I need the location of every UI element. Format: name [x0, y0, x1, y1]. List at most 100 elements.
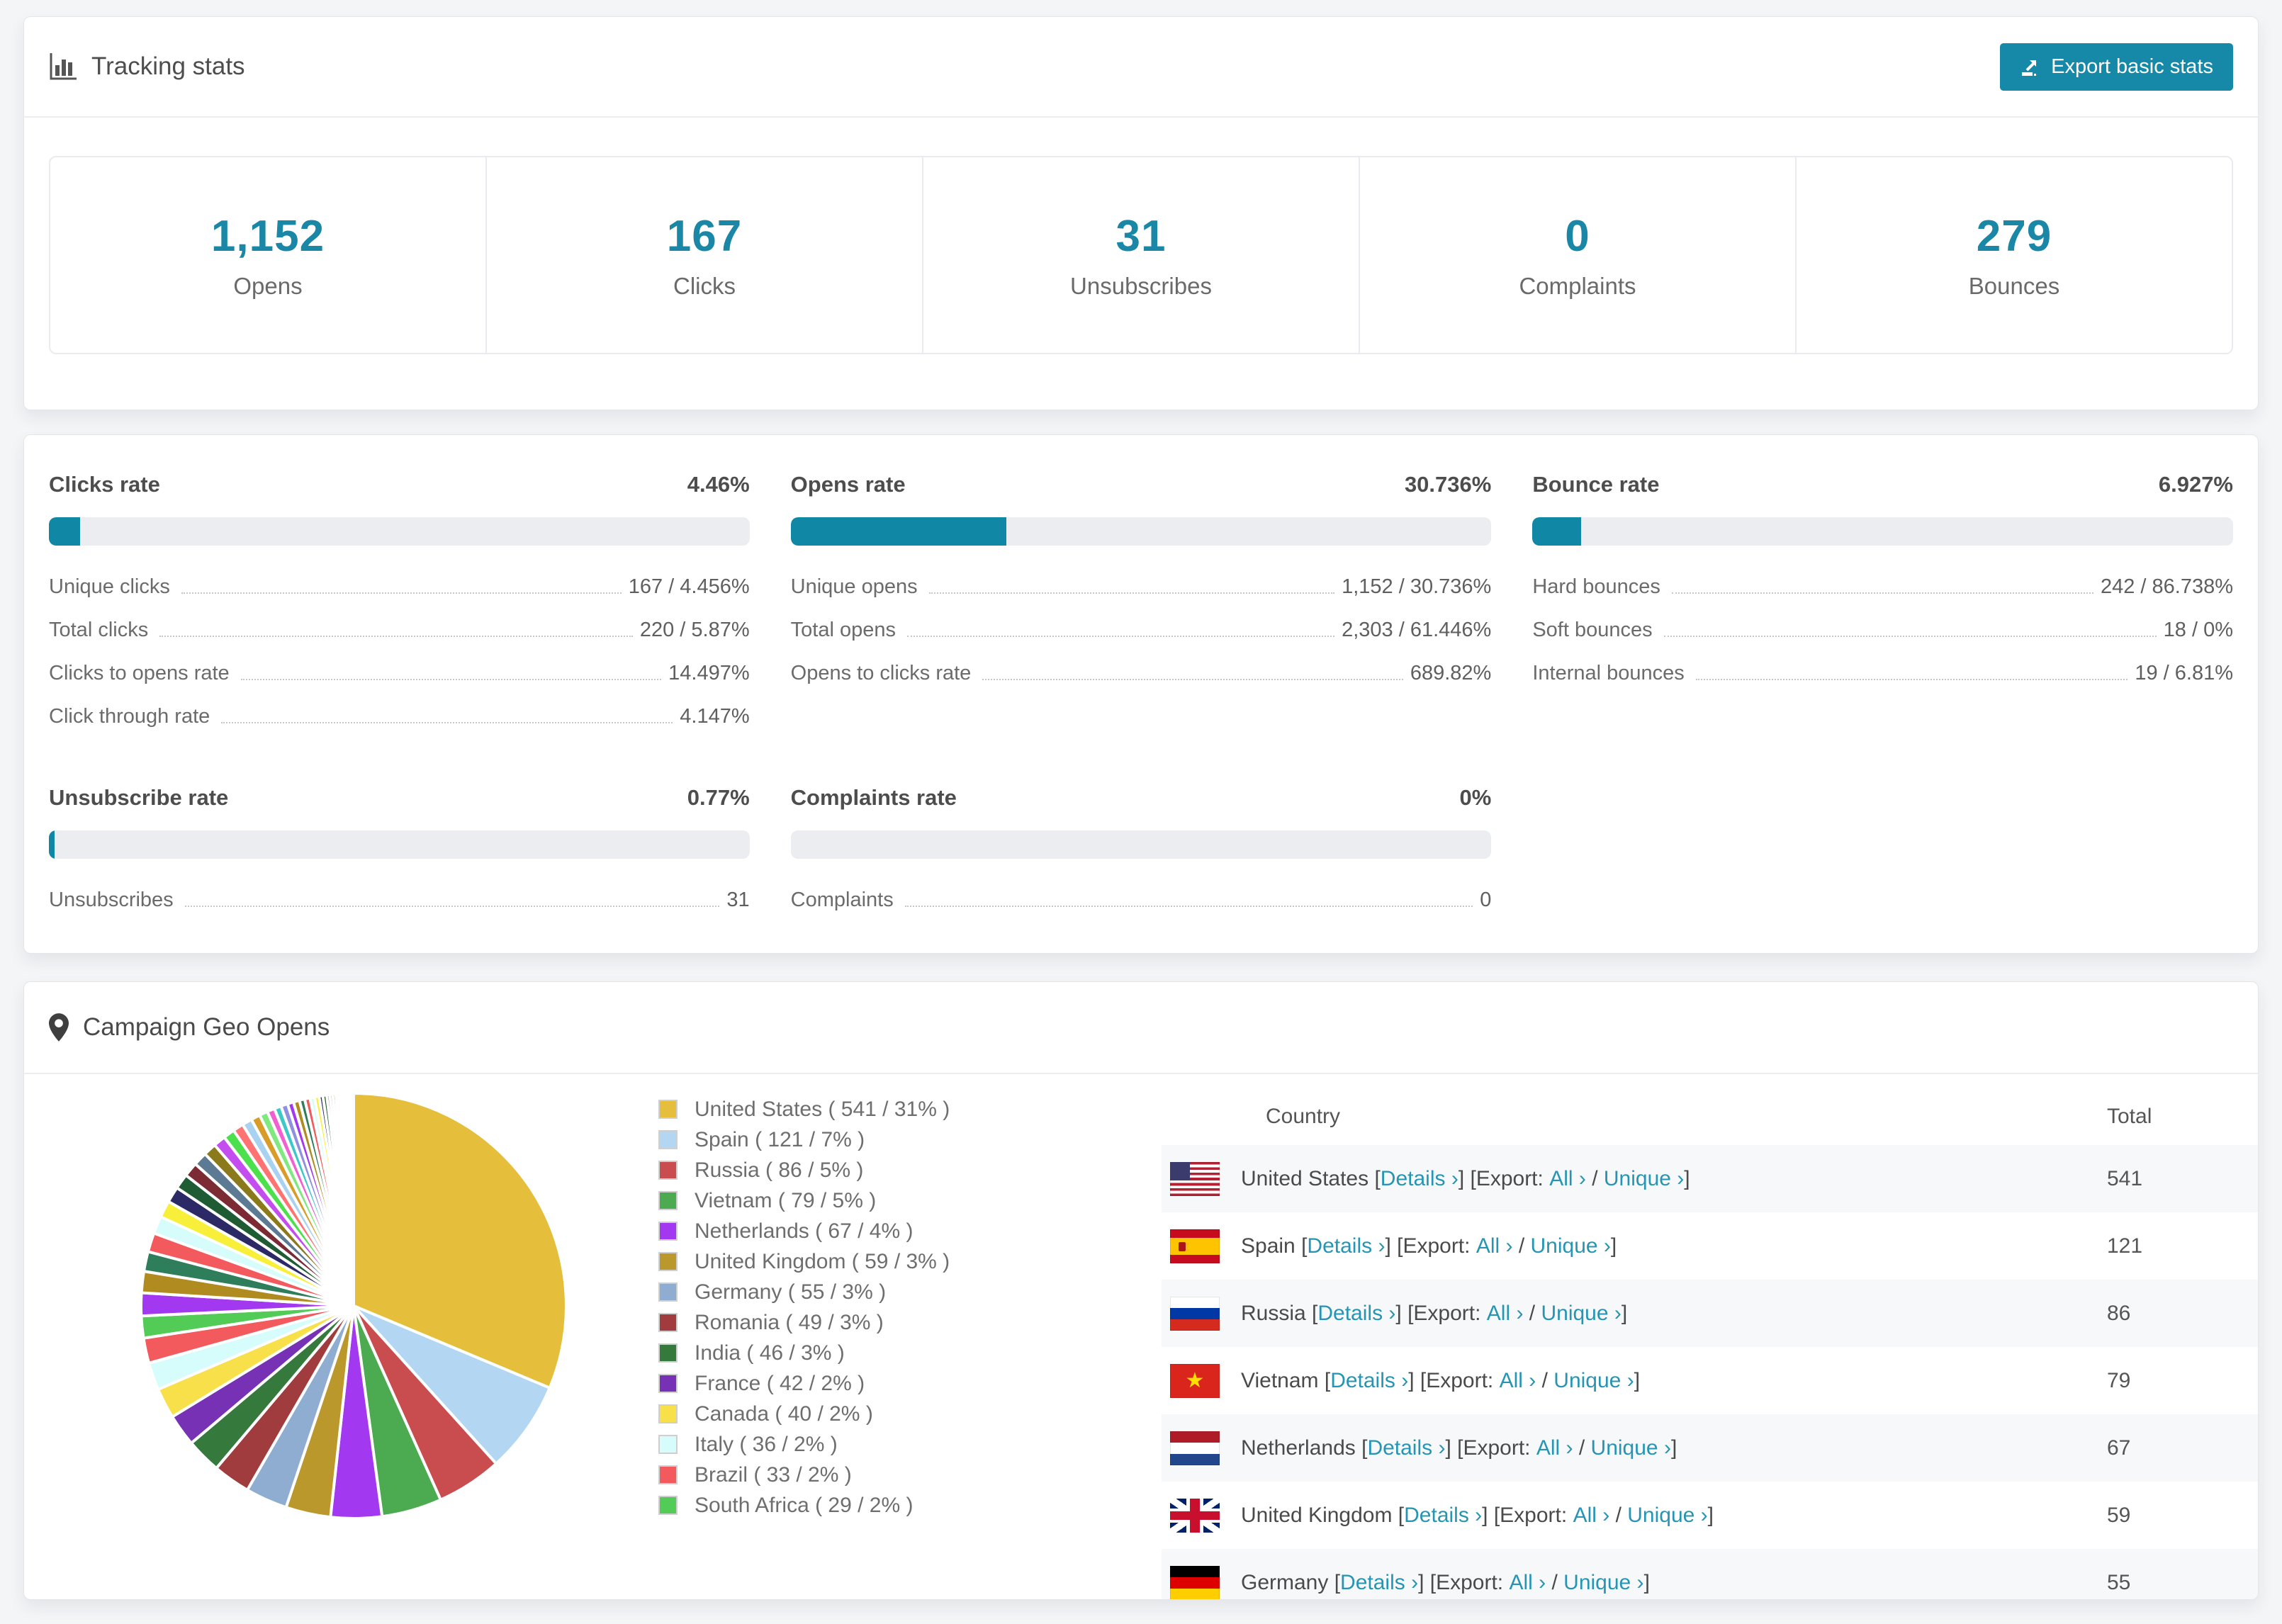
geo-opens-table: Country Total United States [Details ›] …: [1162, 1088, 2258, 1599]
legend-item: Netherlands ( 67 / 4% ): [658, 1216, 950, 1246]
country-column-header: Country: [1266, 1105, 1341, 1128]
table-row: Vietnam [Details ›] [Export: All › / Uni…: [1162, 1347, 2258, 1414]
rate-value: 30.736%: [1404, 472, 1492, 497]
rate-item: Internal bounces 19 / 6.81%: [1532, 662, 2233, 684]
flag-united-states-icon: [1170, 1161, 1220, 1196]
legend-item: France ( 42 / 2% ): [658, 1368, 950, 1399]
legend-swatch: [658, 1404, 678, 1423]
details-link[interactable]: Details ›: [1367, 1436, 1445, 1460]
clicks-label: Clicks: [673, 272, 736, 299]
total-column-header: Total: [2107, 1105, 2152, 1128]
progress-bar: [49, 830, 750, 859]
legend-swatch: [658, 1374, 678, 1393]
legend-swatch: [658, 1435, 678, 1454]
rate-item: Opens to clicks rate 689.82%: [790, 662, 1492, 684]
legend-swatch: [658, 1496, 678, 1515]
details-link[interactable]: Details ›: [1307, 1234, 1385, 1258]
flag-united-kingdom-icon: [1170, 1498, 1220, 1533]
opens-count: 1,152: [210, 211, 325, 261]
export-all-link[interactable]: All ›: [1536, 1436, 1573, 1460]
progress-bar: [49, 517, 750, 546]
row-total: 55: [2107, 1570, 2131, 1594]
legend-swatch: [658, 1465, 678, 1484]
export-unique-link[interactable]: Unique ›: [1563, 1571, 1643, 1595]
bounce-rate-panel: Bounce rate 6.927% Hard bounces 242 / 86.…: [1532, 472, 2233, 748]
export-all-link[interactable]: All ›: [1500, 1369, 1536, 1393]
opens-rate-panel: Opens rate 30.736% Unique opens 1,152 / 3…: [790, 472, 1492, 748]
export-unique-link[interactable]: Unique ›: [1531, 1234, 1611, 1258]
legend-swatch: [658, 1130, 678, 1149]
table-row: Spain [Details ›] [Export: All › / Uniqu…: [1162, 1212, 2258, 1280]
legend-item: Russia ( 86 / 5% ): [658, 1155, 950, 1185]
geo-opens-title: Campaign Geo Opens: [83, 1013, 330, 1041]
row-total: 121: [2107, 1234, 2143, 1258]
complaints-rate-panel: Complaints rate 0% Complaints 0: [790, 785, 1492, 932]
legend-swatch: [658, 1161, 678, 1180]
rate-value: 0%: [1459, 785, 1492, 810]
legend-item: Brazil ( 33 / 2% ): [658, 1460, 950, 1490]
rate-title: Clicks rate: [49, 472, 160, 497]
table-row: United Kingdom [Details ›] [Export: All …: [1162, 1482, 2258, 1549]
pie-legend: United States ( 541 / 31% ) Spain ( 121 …: [658, 1094, 950, 1521]
table-row: United States [Details ›] [Export: All ›…: [1162, 1145, 2258, 1212]
map-pin-icon: [49, 1013, 69, 1042]
rates-card: Clicks rate 4.46% Unique clicks 167 / 4.4…: [23, 434, 2259, 954]
stat-opens: 1,152 Opens: [50, 157, 485, 353]
export-unique-link[interactable]: Unique ›: [1591, 1436, 1671, 1460]
bar-chart-icon: [49, 52, 77, 81]
flag-vietnam-icon: [1170, 1363, 1220, 1398]
table-row: Russia [Details ›] [Export: All › / Uniq…: [1162, 1280, 2258, 1347]
geo-opens-pie-chart: [136, 1088, 571, 1523]
rate-item: Hard bounces 242 / 86.738%: [1532, 575, 2233, 598]
table-row: Germany [Details ›] [Export: All › / Uni…: [1162, 1549, 2258, 1599]
tracking-stats-title-block: Tracking stats: [49, 52, 245, 81]
rate-value: 0.77%: [687, 785, 750, 810]
export-basic-stats-button[interactable]: Export basic stats: [2000, 43, 2233, 91]
details-link[interactable]: Details ›: [1404, 1504, 1482, 1528]
flag-russia-icon: [1170, 1296, 1220, 1331]
export-unique-link[interactable]: Unique ›: [1541, 1302, 1621, 1326]
export-all-link[interactable]: All ›: [1549, 1167, 1586, 1191]
rate-value: 6.927%: [2158, 472, 2233, 497]
rate-title: Complaints rate: [790, 785, 957, 810]
complaints-count: 0: [1565, 211, 1590, 261]
export-all-link[interactable]: All ›: [1509, 1571, 1546, 1595]
row-total: 86: [2107, 1301, 2131, 1325]
rate-item: Unsubscribes 31: [49, 889, 750, 911]
row-total: 541: [2107, 1166, 2143, 1190]
clicks-count: 167: [666, 211, 743, 261]
rate-title: Bounce rate: [1532, 472, 1660, 497]
legend-item: United Kingdom ( 59 / 3% ): [658, 1246, 950, 1277]
legend-swatch: [658, 1313, 678, 1332]
rate-item: Complaints 0: [790, 889, 1492, 911]
rate-item: Unique opens 1,152 / 30.736%: [790, 575, 1492, 598]
details-link[interactable]: Details ›: [1330, 1369, 1408, 1393]
opens-label: Opens: [233, 272, 303, 299]
export-unique-link[interactable]: Unique ›: [1553, 1369, 1634, 1393]
rate-item: Click through rate 4.147%: [49, 705, 750, 728]
legend-item: Spain ( 121 / 7% ): [658, 1124, 950, 1155]
details-link[interactable]: Details ›: [1340, 1571, 1418, 1595]
export-all-link[interactable]: All ›: [1476, 1234, 1513, 1258]
bounces-label: Bounces: [1968, 272, 2060, 299]
legend-swatch: [658, 1222, 678, 1241]
table-header: Country Total: [1162, 1088, 2258, 1145]
unsubscribes-count: 31: [1115, 211, 1167, 261]
export-unique-link[interactable]: Unique ›: [1627, 1504, 1707, 1528]
details-link[interactable]: Details ›: [1317, 1302, 1395, 1326]
export-unique-link[interactable]: Unique ›: [1604, 1167, 1684, 1191]
row-total: 67: [2107, 1436, 2131, 1460]
tracking-stats-card: Tracking stats Export basic stats 1,152 …: [23, 16, 2259, 410]
legend-item: Italy ( 36 / 2% ): [658, 1429, 950, 1460]
rate-value: 4.46%: [687, 472, 750, 497]
legend-item: Germany ( 55 / 3% ): [658, 1277, 950, 1307]
flag-spain-icon: [1170, 1229, 1220, 1263]
export-all-link[interactable]: All ›: [1487, 1302, 1524, 1326]
details-link[interactable]: Details ›: [1381, 1167, 1458, 1191]
stat-clicks: 167 Clicks: [485, 157, 922, 353]
geo-opens-header: Campaign Geo Opens: [24, 982, 2258, 1074]
export-all-link[interactable]: All ›: [1573, 1504, 1610, 1528]
tracking-stats-header: Tracking stats Export basic stats: [24, 17, 2258, 118]
row-total: 59: [2107, 1503, 2131, 1527]
campaign-geo-opens-card: Campaign Geo Opens United States ( 541 /…: [23, 981, 2259, 1600]
